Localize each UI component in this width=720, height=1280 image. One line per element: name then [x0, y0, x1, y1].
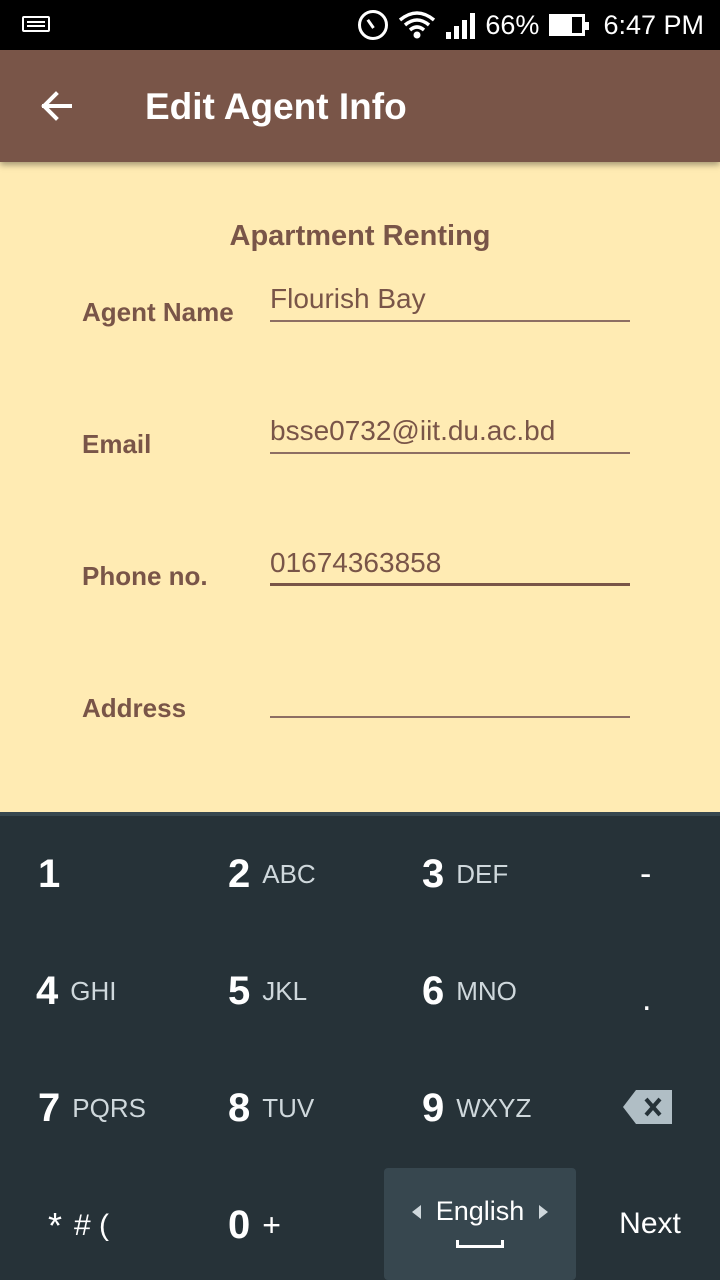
email-input[interactable]	[270, 410, 630, 454]
key-6[interactable]: 6 MNO	[422, 933, 517, 1050]
page-title: Edit Agent Info	[145, 86, 407, 127]
backspace-icon[interactable]	[622, 1088, 674, 1126]
key-5[interactable]: 5 JKL	[228, 933, 307, 1050]
key-2[interactable]: 2 ABC	[228, 816, 316, 933]
key-0[interactable]: 0 +	[228, 1167, 281, 1280]
arrow-left-icon[interactable]	[30, 80, 82, 132]
address-label: Address	[82, 693, 187, 723]
key-4[interactable]: 4 GHI	[36, 933, 116, 1050]
phone-label: Phone no.	[82, 561, 208, 591]
keyboard-icon	[22, 16, 50, 32]
key-7[interactable]: 7 PQRS	[38, 1050, 146, 1167]
alarm-icon	[358, 10, 389, 40]
form-container: Apartment Renting Agent Name Email Phone…	[0, 162, 720, 812]
form-title: Apartment Renting	[229, 220, 491, 252]
battery-percent: 66%	[485, 9, 540, 40]
address-input[interactable]	[270, 674, 630, 718]
wifi-icon	[399, 11, 436, 39]
status-bar: 66% 6:47 PM	[0, 0, 720, 50]
clock: 6:47 PM	[603, 9, 704, 40]
key-3[interactable]: 3 DEF	[422, 816, 508, 933]
numeric-keyboard: 1 2 ABC 3 DEF - 4 GHI 5 JKL 6 MNO . 7 PQRS 8 TU…	[0, 812, 720, 1280]
phone-input[interactable]	[270, 542, 630, 586]
key-1[interactable]: 1	[38, 816, 72, 933]
key-period[interactable]: .	[642, 941, 651, 1058]
app-bar: Edit Agent Info	[0, 50, 720, 162]
key-8[interactable]: 8 TUV	[228, 1050, 314, 1167]
agent-name-label: Agent Name	[82, 297, 234, 327]
chevron-right-icon	[539, 1205, 548, 1219]
space-icon	[456, 1240, 504, 1248]
email-label: Email	[82, 429, 152, 459]
key-dash[interactable]: -	[640, 816, 651, 933]
key-star[interactable]: * # (	[48, 1167, 109, 1280]
signal-icon	[446, 11, 476, 39]
next-button[interactable]: Next	[590, 1168, 710, 1280]
battery-icon	[549, 14, 590, 36]
agent-name-input[interactable]	[270, 278, 630, 322]
language-key[interactable]: English	[384, 1168, 576, 1280]
key-9[interactable]: 9 WXYZ	[422, 1050, 531, 1167]
